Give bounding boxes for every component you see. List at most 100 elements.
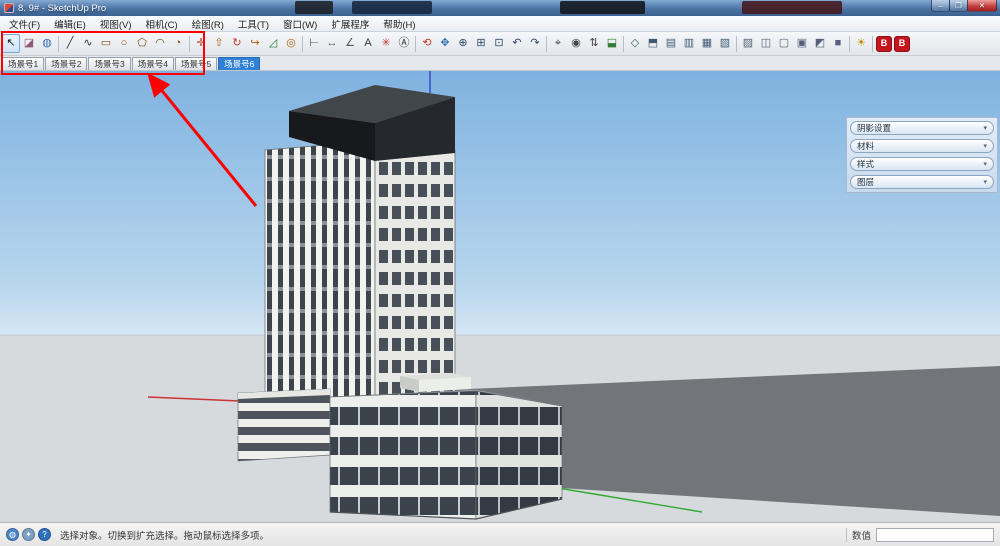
minimize-button[interactable]: – bbox=[931, 0, 950, 12]
scene-tab-1[interactable]: 场景号1 bbox=[2, 57, 44, 70]
polygon-tool-icon[interactable]: ⬠ bbox=[133, 34, 151, 53]
view-top-icon[interactable]: ⬒ bbox=[644, 34, 662, 53]
menu-item-3[interactable]: 视图(V) bbox=[93, 16, 139, 31]
status-icons: ◍✦? bbox=[6, 528, 51, 541]
arc-tool-icon[interactable]: ◠ bbox=[151, 34, 169, 53]
style-hidden-line-icon[interactable]: ▢ bbox=[775, 34, 793, 53]
view-left-icon[interactable]: ▧ bbox=[716, 34, 734, 53]
rotate-tool-icon[interactable]: ↻ bbox=[228, 34, 246, 53]
menu-item-9[interactable]: 帮助(H) bbox=[376, 16, 422, 31]
background-window-glimpse bbox=[295, 1, 333, 14]
eraser-tool-icon[interactable]: ◪ bbox=[20, 34, 38, 53]
zoom-window-tool-icon[interactable]: ⊞ bbox=[472, 34, 490, 53]
rectangle-tool-icon[interactable]: ▭ bbox=[97, 34, 115, 53]
position-camera-tool-icon[interactable]: ⌖ bbox=[549, 34, 567, 53]
protractor-tool-icon[interactable]: ∠ bbox=[341, 34, 359, 53]
menu-item-4[interactable]: 相机(C) bbox=[138, 16, 184, 31]
push-pull-tool-icon[interactable]: ⇧ bbox=[210, 34, 228, 53]
toolbar-separator bbox=[736, 36, 737, 52]
view-iso-icon[interactable]: ◇ bbox=[626, 34, 644, 53]
offset-tool-icon[interactable]: ◎ bbox=[282, 34, 300, 53]
materials-panel[interactable]: 材料 ▾ bbox=[850, 139, 994, 153]
scene-tab-2[interactable]: 场景号2 bbox=[45, 57, 87, 70]
menu-item-2[interactable]: 编辑(E) bbox=[47, 16, 93, 31]
scale-tool-icon[interactable]: ◿ bbox=[264, 34, 282, 53]
style-shaded-icon[interactable]: ▣ bbox=[793, 34, 811, 53]
shadow-settings-panel-label: 阴影设置 bbox=[857, 122, 891, 134]
next-view-icon[interactable]: ↷ bbox=[526, 34, 544, 53]
scene-tabs-row: 场景号1场景号2场景号3场景号4场景号5场景号6 bbox=[0, 56, 1000, 71]
maximize-button[interactable]: ❐ bbox=[949, 0, 968, 12]
freehand-tool-icon[interactable]: ∿ bbox=[79, 34, 97, 53]
toolbar-separator bbox=[302, 36, 303, 52]
line-tool-icon[interactable]: ╱ bbox=[61, 34, 79, 53]
menu-item-6[interactable]: 工具(T) bbox=[231, 16, 276, 31]
layers-panel[interactable]: 图层 ▾ bbox=[850, 175, 994, 189]
menu-item-5[interactable]: 绘图(R) bbox=[185, 16, 231, 31]
look-around-tool-icon[interactable]: ◉ bbox=[567, 34, 585, 53]
menu-item-8[interactable]: 扩展程序 bbox=[324, 16, 376, 31]
tape-measure-tool-icon[interactable]: ⊢ bbox=[305, 34, 323, 53]
select-tool-icon[interactable]: ↖ bbox=[2, 34, 20, 53]
materials-panel-label: 材料 bbox=[857, 140, 874, 152]
view-right-icon[interactable]: ▥ bbox=[680, 34, 698, 53]
scene-tab-4[interactable]: 场景号4 bbox=[132, 57, 174, 70]
text-tool-icon[interactable]: A bbox=[359, 34, 377, 53]
status-divider bbox=[846, 528, 847, 542]
pan-tool-icon[interactable]: ✥ bbox=[436, 34, 454, 53]
sketchup-window: 8. 9# - SketchUp Pro – ❐ ✕ 文件(F)编辑(E)视图(… bbox=[0, 0, 1000, 546]
credits-icon[interactable]: ✦ bbox=[22, 528, 35, 541]
style-wireframe-icon[interactable]: ◫ bbox=[757, 34, 775, 53]
podium-front-facade bbox=[330, 391, 476, 519]
help-icon[interactable]: ? bbox=[38, 528, 51, 541]
3d-text-tool-icon[interactable]: Ⓐ bbox=[395, 34, 413, 53]
paint-bucket-tool-icon[interactable]: ◍ bbox=[38, 34, 56, 53]
collapse-icon[interactable]: ▾ bbox=[983, 160, 987, 168]
close-button[interactable]: ✕ bbox=[967, 0, 997, 12]
collapse-icon[interactable]: ▾ bbox=[983, 142, 987, 150]
view-front-icon[interactable]: ▤ bbox=[662, 34, 680, 53]
layers-panel-label: 图层 bbox=[857, 176, 874, 188]
styles-panel[interactable]: 样式▾ bbox=[850, 157, 994, 171]
menu-item-1[interactable]: 文件(F) bbox=[2, 16, 47, 31]
scene-tab-5[interactable]: 场景号5 bbox=[175, 57, 217, 70]
toolbar-separator bbox=[872, 36, 873, 52]
measurements-input[interactable] bbox=[876, 528, 994, 542]
style-xray-icon[interactable]: ▨ bbox=[739, 34, 757, 53]
plugin-logo-icon-2[interactable]: B bbox=[894, 36, 910, 52]
window-title: 8. 9# - SketchUp Pro bbox=[18, 3, 106, 14]
axes-tool-icon[interactable]: ✳ bbox=[377, 34, 395, 53]
previous-view-icon[interactable]: ↶ bbox=[508, 34, 526, 53]
move-tool-icon[interactable]: ✛ bbox=[192, 34, 210, 53]
podium-left-wing bbox=[238, 389, 330, 461]
dimension-tool-icon[interactable]: ↔ bbox=[323, 34, 341, 53]
geolocation-icon[interactable]: ◍ bbox=[6, 528, 19, 541]
toolbar-separator bbox=[189, 36, 190, 52]
plugin-logo-icon-1[interactable]: B bbox=[876, 36, 892, 52]
toolbar: ↖◪◍ ╱∿▭○⬠◠◔ ✛⇧↻↪◿◎ ⊢↔∠A✳Ⓐ ⟲✥⊕⊞⊡↶↷ ⌖◉⇅⬓ ◇⬒▤▥▦▧ ▨… bbox=[0, 32, 1000, 56]
collapse-icon[interactable]: ▾ bbox=[983, 178, 987, 186]
section-plane-tool-icon[interactable]: ⬓ bbox=[603, 34, 621, 53]
collapse-icon[interactable]: ▾ bbox=[983, 124, 987, 132]
pie-tool-icon[interactable]: ◔ bbox=[169, 34, 187, 53]
status-bar: ◍✦? 选择对象。切换到扩充选择。拖动鼠标选择多项。 数值 bbox=[0, 522, 1000, 546]
shadow-settings-panel[interactable]: 阴影设置 ▾ bbox=[850, 121, 994, 135]
orbit-tool-icon[interactable]: ⟲ bbox=[418, 34, 436, 53]
toolbar-separator bbox=[58, 36, 59, 52]
shadows-toggle-icon[interactable]: ☀ bbox=[852, 34, 870, 53]
walk-tool-icon[interactable]: ⇅ bbox=[585, 34, 603, 53]
zoom-extents-tool-icon[interactable]: ⊡ bbox=[490, 34, 508, 53]
scene-tab-6[interactable]: 场景号6 bbox=[218, 57, 260, 70]
title-bar: 8. 9# - SketchUp Pro – ❐ ✕ bbox=[0, 0, 1000, 16]
follow-me-tool-icon[interactable]: ↪ bbox=[246, 34, 264, 53]
scene-tab-3[interactable]: 场景号3 bbox=[88, 57, 130, 70]
menu-item-7[interactable]: 窗口(W) bbox=[276, 16, 324, 31]
panel-tray: 阴影设置▾材料▾样式▾图层▾ bbox=[846, 117, 998, 193]
style-textured-icon[interactable]: ◩ bbox=[811, 34, 829, 53]
view-back-icon[interactable]: ▦ bbox=[698, 34, 716, 53]
tower-left-facade bbox=[265, 141, 375, 428]
circle-tool-icon[interactable]: ○ bbox=[115, 34, 133, 53]
style-monochrome-icon[interactable]: ■ bbox=[829, 34, 847, 53]
zoom-tool-icon[interactable]: ⊕ bbox=[454, 34, 472, 53]
viewport-3d[interactable]: 阴影设置▾材料▾样式▾图层▾ bbox=[0, 71, 1000, 522]
